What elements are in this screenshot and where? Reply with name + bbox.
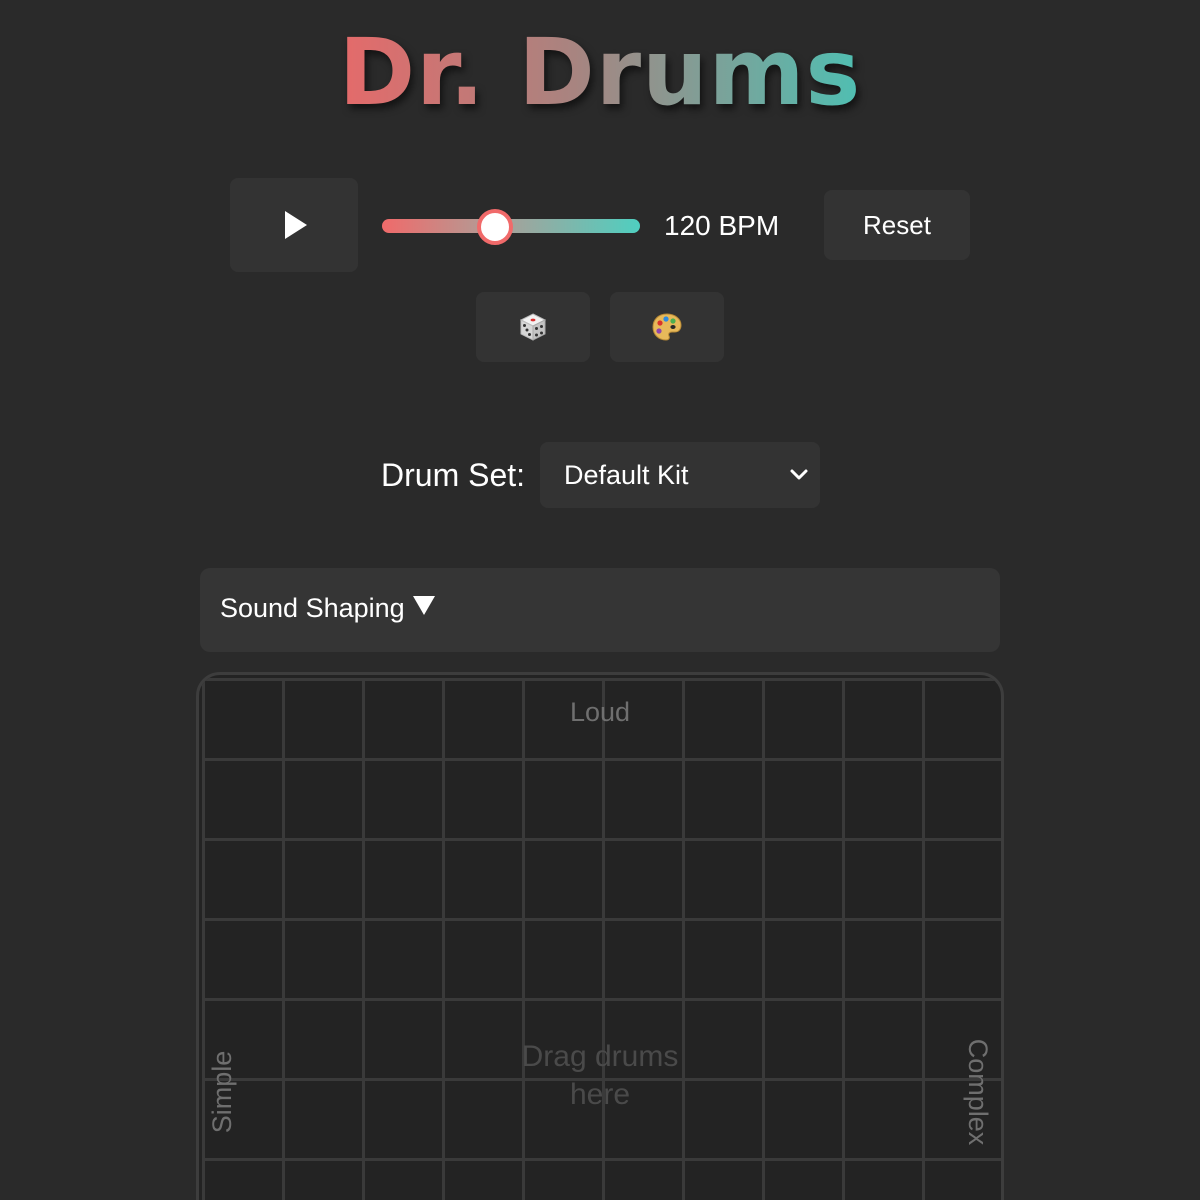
app-title: Dr. Drums — [338, 19, 862, 126]
app-root: Dr. Drums 120 BPM Reset Drum Set: Defaul… — [0, 0, 1200, 1200]
drum-set-label: Drum Set: — [381, 457, 526, 493]
palette-icon — [652, 313, 682, 341]
drum-pad-area[interactable] — [196, 672, 1004, 1200]
pad-grid — [202, 678, 1001, 1200]
drum-set-selected-value: Default Kit — [564, 459, 689, 490]
chevron-down-icon — [790, 469, 808, 480]
axis-label-simple: Simple — [207, 1050, 237, 1134]
sound-shaping-toggle[interactable]: Sound Shaping — [200, 568, 1000, 652]
theme-button[interactable] — [610, 292, 724, 362]
axis-label-loud: Loud — [569, 697, 631, 727]
play-button[interactable] — [230, 178, 358, 272]
tempo-slider-handle[interactable] — [477, 209, 513, 245]
dice-icon — [519, 313, 547, 341]
triangle-down-icon — [412, 596, 435, 615]
tempo-readout: 120 BPM — [664, 210, 780, 241]
drop-hint-line-2: here — [569, 1078, 631, 1111]
reset-button[interactable]: Reset — [824, 190, 970, 260]
drum-set-select[interactable]: Default Kit — [540, 442, 820, 508]
randomize-button[interactable] — [476, 292, 590, 362]
sound-shaping-label: Sound Shaping — [220, 593, 405, 623]
drop-hint: Drag drums here — [450, 1038, 750, 1114]
axis-label-complex: Complex — [963, 1038, 993, 1146]
drop-hint-line-1: Drag drums — [521, 1040, 679, 1073]
play-icon — [285, 211, 307, 239]
